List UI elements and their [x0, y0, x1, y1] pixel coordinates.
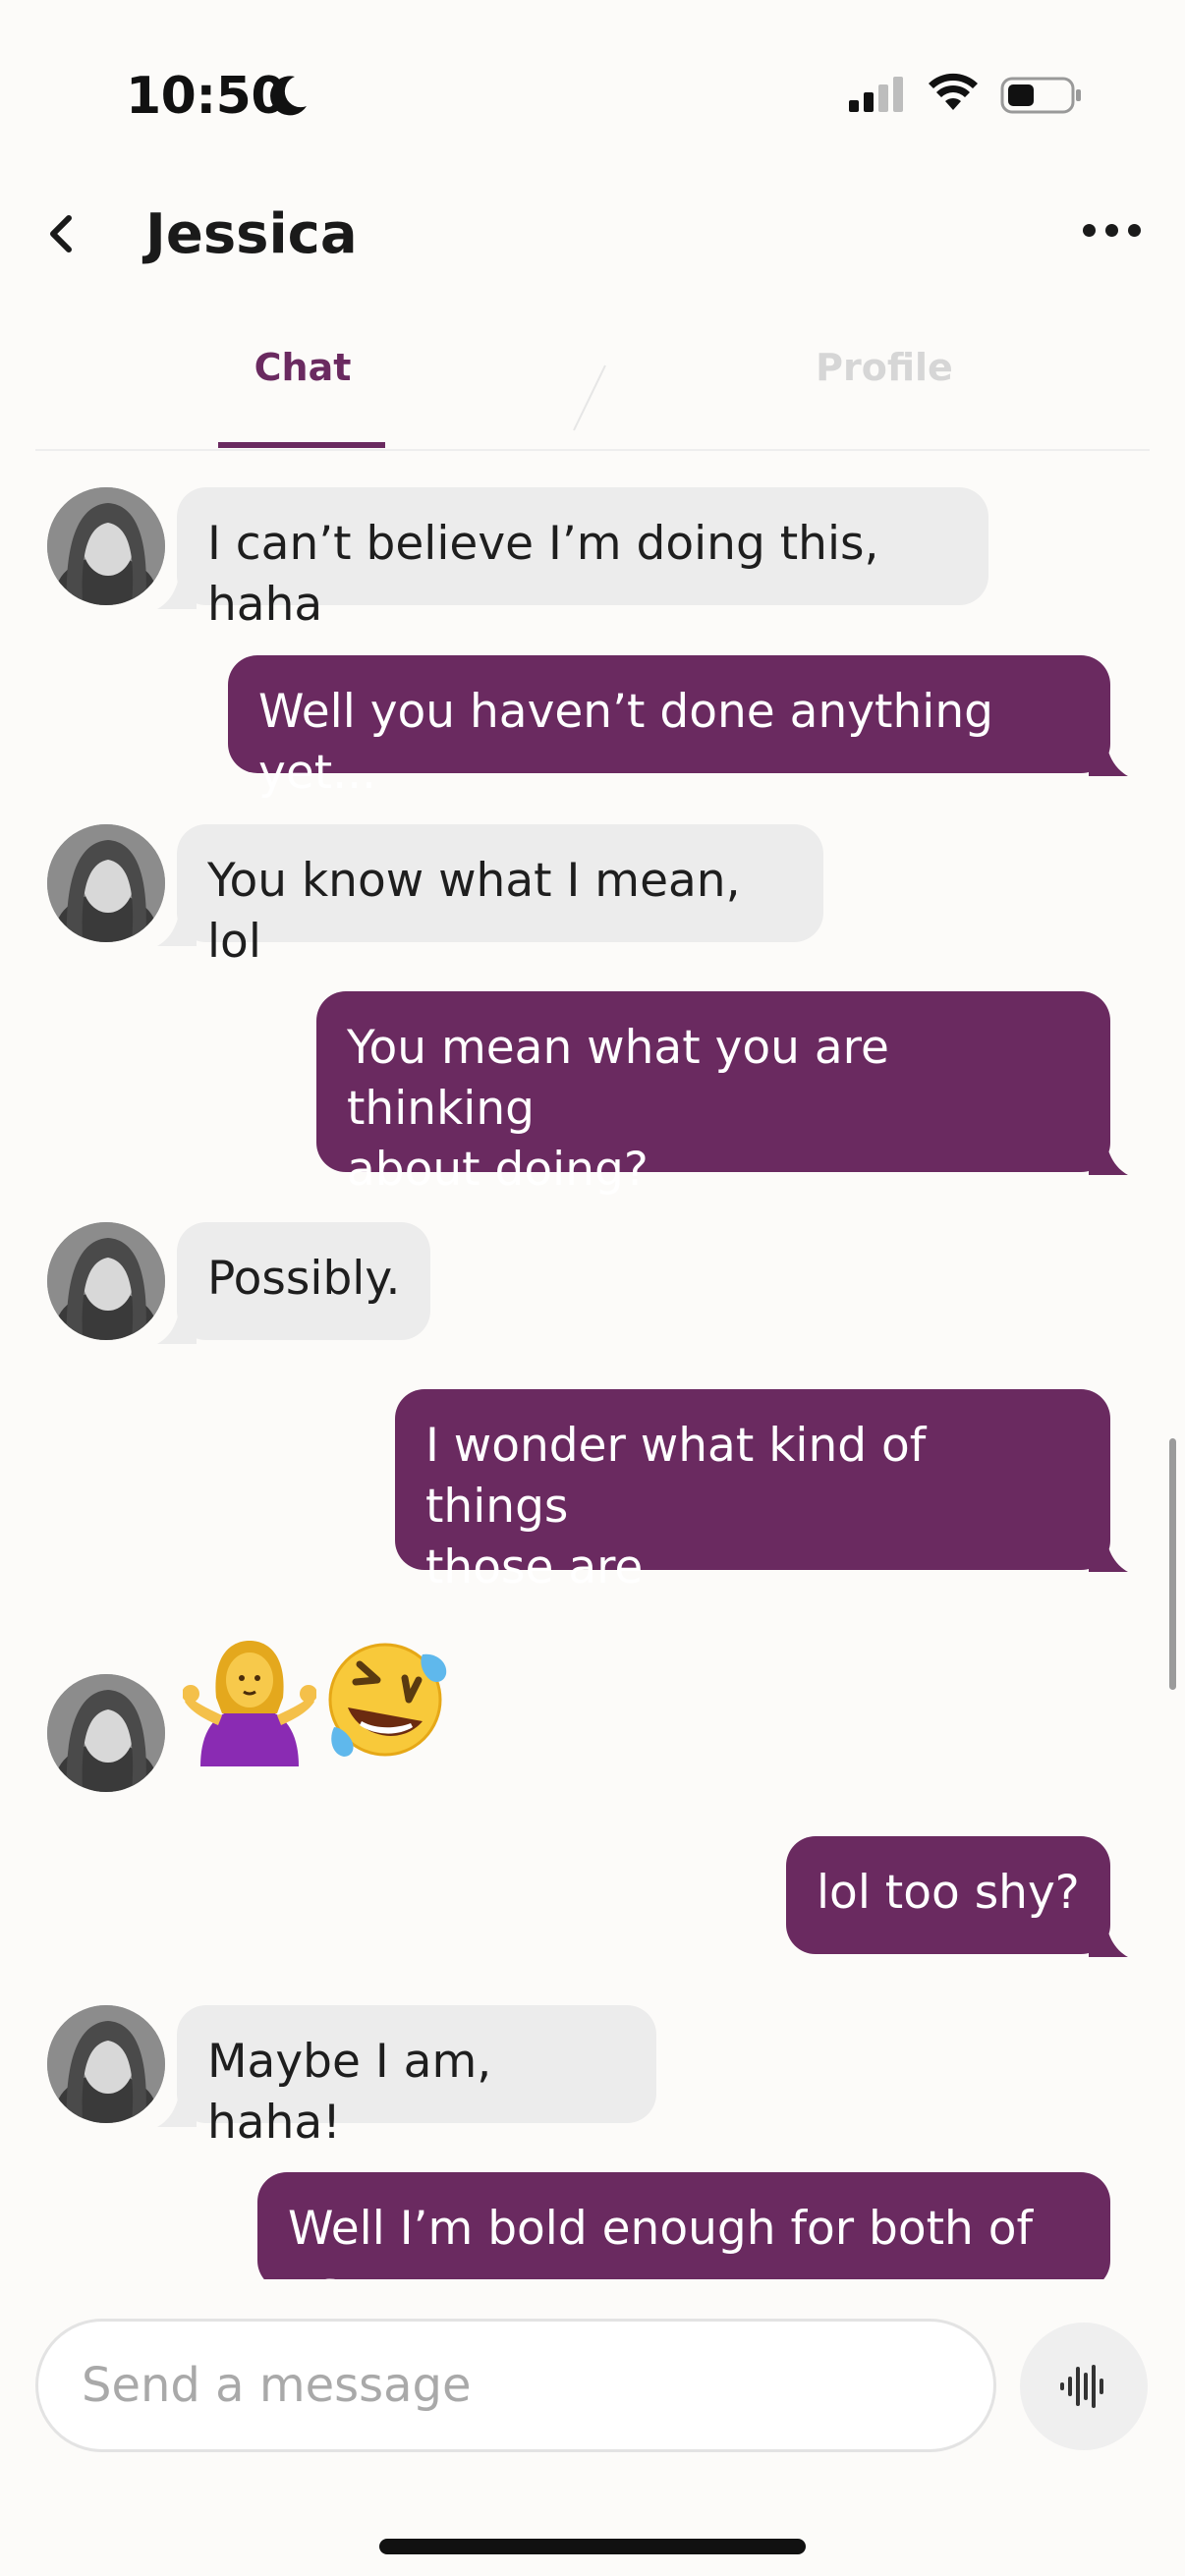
- avatar[interactable]: [47, 487, 165, 605]
- moon-icon: [270, 76, 307, 116]
- rolling-on-the-floor-laughing-icon: [328, 1643, 447, 1757]
- avatar[interactable]: [47, 1674, 165, 1792]
- avatar[interactable]: [47, 824, 165, 942]
- bubble-tail: [1089, 723, 1128, 776]
- message-incoming: I can’t believe I’m doing this, haha: [177, 487, 988, 632]
- message-outgoing: I wonder what kind of things those are: [395, 1389, 1110, 1595]
- avatar[interactable]: [47, 2005, 165, 2123]
- message-incoming: Possibly.: [177, 1222, 430, 1340]
- header-divider: [35, 449, 1150, 451]
- back-button[interactable]: [39, 204, 83, 263]
- emoji-message: [183, 1635, 478, 1772]
- wifi-icon: [929, 73, 978, 110]
- tab-chat[interactable]: Chat: [220, 346, 385, 389]
- message-incoming: You know what I mean, lol: [177, 824, 823, 969]
- waveform-icon: [1060, 2365, 1103, 2408]
- message-outgoing: You mean what you are thinking about doi…: [316, 991, 1110, 1197]
- battery-icon: [1000, 77, 1081, 114]
- message-outgoing: Well you haven’t done anything yet...: [228, 655, 1110, 800]
- person-shrugging-icon: [183, 1641, 316, 1766]
- active-tab-indicator: [218, 442, 385, 448]
- bubble-tail: [1089, 1122, 1128, 1175]
- message-input[interactable]: [35, 2319, 996, 2452]
- status-time: 10:50: [126, 67, 287, 126]
- cellular-signal-icon: [849, 77, 903, 112]
- avatar[interactable]: [47, 1222, 165, 1340]
- voice-message-button[interactable]: [1020, 2323, 1148, 2450]
- message-incoming: Maybe I am, haha!: [177, 2005, 656, 2150]
- status-bar: 10:50: [0, 0, 1185, 177]
- scroll-indicator[interactable]: [1169, 1438, 1176, 1690]
- home-indicator: [379, 2539, 806, 2554]
- more-options-button[interactable]: [1079, 210, 1146, 250]
- bubble-tail: [1089, 1904, 1128, 1957]
- tab-divider: [573, 364, 606, 431]
- message-outgoing: lol too shy?: [786, 1836, 1110, 1954]
- bubble-tail: [1089, 1519, 1128, 1572]
- page-title: Jessica: [145, 202, 358, 266]
- message-outgoing: Well I’m bold enough for both of us: [257, 2172, 1110, 2317]
- tab-profile[interactable]: Profile: [757, 346, 1012, 389]
